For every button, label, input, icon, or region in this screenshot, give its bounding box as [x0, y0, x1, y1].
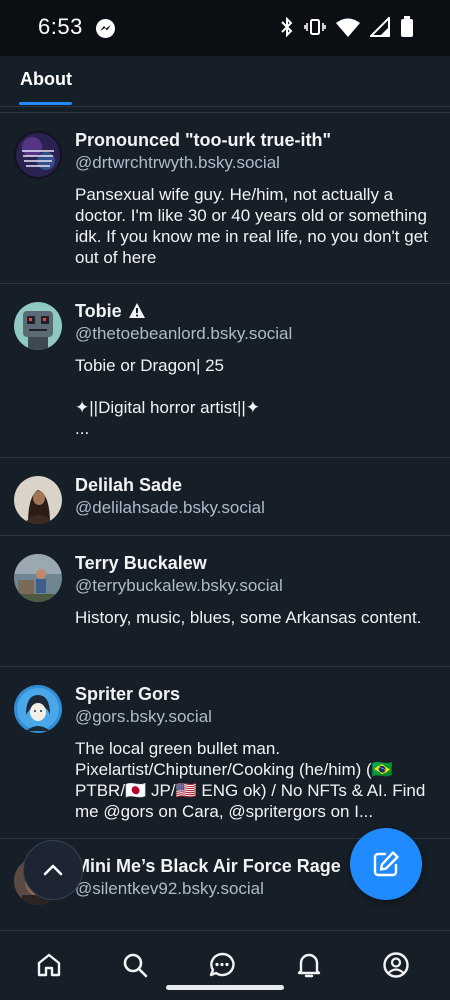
chat-icon: [209, 952, 235, 977]
avatar[interactable]: [14, 554, 62, 602]
profile-bio: Pansexual wife guy. He/him, not actually…: [75, 185, 428, 267]
nav-home[interactable]: [29, 945, 69, 985]
profile-name: Terry Buckalew: [75, 553, 207, 573]
avatar[interactable]: [14, 685, 62, 733]
profile-row[interactable]: Terry Buckalew @terrybuckalew.bsky.socia…: [0, 535, 450, 666]
avatar[interactable]: [14, 131, 62, 179]
compose-icon: [373, 851, 399, 877]
tab-bar: About: [0, 56, 450, 107]
profile-bio: History, music, blues, some Arkansas con…: [75, 608, 422, 627]
status-icons: [280, 16, 414, 38]
profile-name: Pronounced "too-urk true-ith": [75, 130, 332, 150]
profile-row[interactable]: Delilah Sade @delilahsade.bsky.social: [0, 457, 450, 535]
profile-name: Spriter Gors: [75, 684, 181, 704]
profile-name: Delilah Sade: [75, 475, 183, 495]
bluetooth-icon: [281, 17, 293, 37]
warning-icon: [128, 303, 145, 318]
bell-icon: [297, 953, 321, 978]
compose-button[interactable]: [350, 828, 422, 900]
search-icon: [123, 953, 148, 978]
profile-row[interactable]: Pronounced "too-urk true-ith" @drtwrchtr…: [0, 112, 450, 283]
status-time: 6:53: [38, 14, 83, 39]
profile-list: Pronounced "too-urk true-ith" @drtwrchtr…: [0, 112, 450, 916]
profile-handle: @terrybuckalew.bsky.social: [75, 576, 283, 595]
active-tab-indicator: [19, 102, 72, 105]
profile-row[interactable]: Spriter Gors @gors.bsky.social The local…: [0, 666, 450, 838]
signal-icon: [370, 17, 390, 37]
profile-row[interactable]: Tobie @thetoebeanlord.bsky.social Tobie …: [0, 283, 450, 457]
home-icon: [37, 953, 61, 977]
profile-icon: [383, 952, 409, 978]
profile-handle: @drtwrchtrwyth.bsky.social: [75, 153, 280, 172]
profile-name: Tobie: [75, 300, 434, 322]
profile-handle: @delilahsade.bsky.social: [75, 498, 265, 517]
nav-chat[interactable]: [202, 945, 242, 985]
wifi-icon: [336, 18, 360, 37]
scroll-to-top-button[interactable]: [23, 840, 83, 900]
gesture-bar[interactable]: [166, 985, 284, 990]
tab-about[interactable]: About: [20, 69, 72, 90]
messenger-icon: [96, 19, 115, 38]
nav-notifications[interactable]: [289, 945, 329, 985]
status-bar: 6:53: [0, 0, 450, 56]
profile-handle: @thetoebeanlord.bsky.social: [75, 324, 293, 343]
chevron-up-icon: [43, 864, 63, 876]
avatar[interactable]: [14, 302, 62, 350]
nav-search[interactable]: [115, 945, 155, 985]
battery-icon: [401, 16, 413, 37]
profile-bio: Tobie or Dragon| 25 ✦||Digital horror ar…: [75, 356, 261, 438]
profile-handle: @gors.bsky.social: [75, 707, 212, 726]
nav-profile[interactable]: [376, 945, 416, 985]
profile-name-text: Tobie: [75, 301, 122, 321]
avatar[interactable]: [14, 476, 62, 524]
vibrate-icon: [304, 19, 326, 35]
profile-bio: The local green bullet man. Pixelartist/…: [75, 739, 426, 821]
